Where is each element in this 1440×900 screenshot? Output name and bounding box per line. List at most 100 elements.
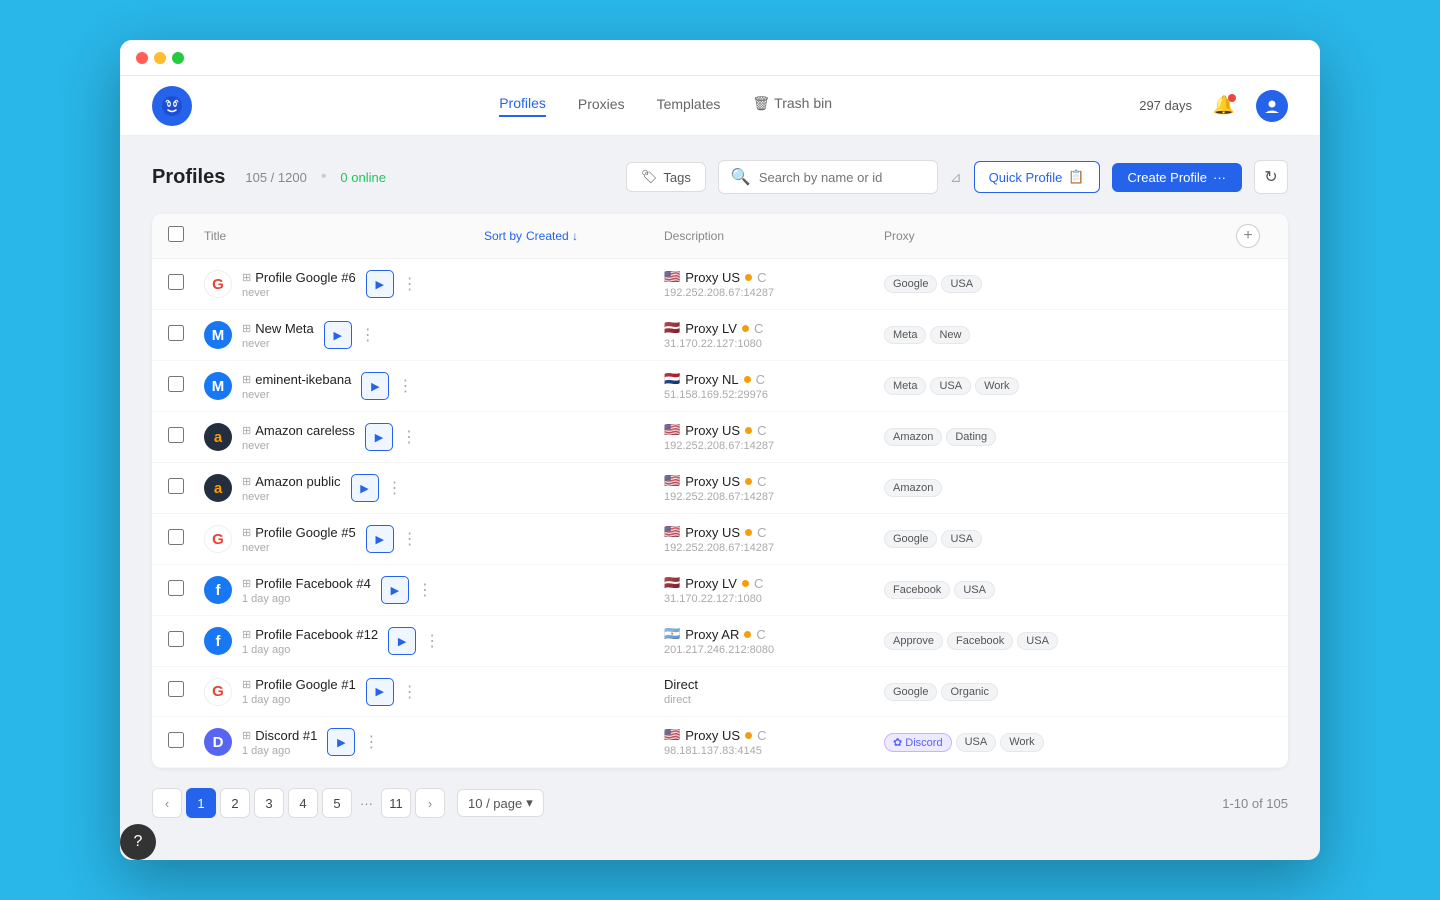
- create-profile-button[interactable]: Create Profile ···: [1112, 163, 1242, 192]
- table-row[interactable]: G ⊞ Profile Google #6 never ▶ ⋮ 🇺🇸: [152, 259, 1288, 310]
- page-2-button[interactable]: 2: [220, 788, 250, 818]
- tag[interactable]: USA: [930, 377, 971, 395]
- row-checkbox-2[interactable]: [168, 376, 184, 392]
- tag[interactable]: USA: [1017, 632, 1058, 650]
- more-options-button-8[interactable]: ⋮: [400, 682, 420, 702]
- tag[interactable]: Meta: [884, 377, 926, 395]
- tag[interactable]: Facebook: [947, 632, 1013, 650]
- table-row[interactable]: G ⊞ Profile Google #1 1 day ago ▶ ⋮ Dire…: [152, 667, 1288, 717]
- table-row[interactable]: D ⊞ Discord #1 1 day ago ▶ ⋮ 🇺🇸: [152, 717, 1288, 768]
- row-checkbox-0[interactable]: [168, 274, 184, 290]
- more-options-button-1[interactable]: ⋮: [358, 325, 378, 345]
- more-options-button-9[interactable]: ⋮: [361, 732, 381, 752]
- more-options-button-6[interactable]: ⋮: [415, 580, 435, 600]
- col-title[interactable]: Title: [204, 229, 484, 243]
- tag[interactable]: USA: [954, 581, 995, 599]
- more-options-button-7[interactable]: ⋮: [422, 631, 442, 651]
- proxy-refresh-icon[interactable]: C: [757, 525, 766, 540]
- tag[interactable]: ✿ Discord: [884, 733, 952, 752]
- page-4-button[interactable]: 4: [288, 788, 318, 818]
- prev-page-button[interactable]: ‹: [152, 788, 182, 818]
- proxy-refresh-icon[interactable]: C: [754, 321, 763, 336]
- play-button-4[interactable]: ▶: [351, 474, 379, 502]
- tag[interactable]: Meta: [884, 326, 926, 344]
- table-row[interactable]: G ⊞ Profile Google #5 never ▶ ⋮ 🇺🇸: [152, 514, 1288, 565]
- tag[interactable]: Google: [884, 683, 937, 701]
- search-input[interactable]: [759, 170, 925, 185]
- notification-button[interactable]: 🔔: [1208, 90, 1240, 122]
- table-row[interactable]: a ⊞ Amazon careless never ▶ ⋮ 🇺🇸: [152, 412, 1288, 463]
- row-checkbox-7[interactable]: [168, 631, 184, 647]
- nav-profiles[interactable]: Profiles: [499, 95, 546, 117]
- more-options-button-2[interactable]: ⋮: [395, 376, 415, 396]
- refresh-button[interactable]: ↻: [1254, 160, 1288, 194]
- row-checkbox-8[interactable]: [168, 681, 184, 697]
- tag[interactable]: Organic: [941, 683, 998, 701]
- add-tag-button[interactable]: +: [1236, 224, 1260, 248]
- play-button-8[interactable]: ▶: [366, 678, 394, 706]
- proxy-refresh-icon[interactable]: C: [754, 576, 763, 591]
- proxy-refresh-icon[interactable]: C: [757, 423, 766, 438]
- more-options-button-3[interactable]: ⋮: [399, 427, 419, 447]
- row-checkbox-6[interactable]: [168, 580, 184, 596]
- play-button-7[interactable]: ▶: [388, 627, 416, 655]
- row-checkbox-3[interactable]: [168, 427, 184, 443]
- quick-profile-button[interactable]: Quick Profile 📋: [974, 161, 1100, 193]
- table-row[interactable]: f ⊞ Profile Facebook #4 1 day ago ▶ ⋮ 🇱�: [152, 565, 1288, 616]
- row-checkbox-9[interactable]: [168, 732, 184, 748]
- play-button-2[interactable]: ▶: [361, 372, 389, 400]
- maximize-button[interactable]: [172, 52, 184, 64]
- tag[interactable]: USA: [941, 530, 982, 548]
- proxy-refresh-icon[interactable]: C: [756, 627, 765, 642]
- col-description[interactable]: Sort by Created ↓: [484, 229, 664, 243]
- row-checkbox-4[interactable]: [168, 478, 184, 494]
- play-button-9[interactable]: ▶: [327, 728, 355, 756]
- tag[interactable]: New: [930, 326, 970, 344]
- table-row[interactable]: M ⊞ eminent-ikebana never ▶ ⋮ 🇳🇱: [152, 361, 1288, 412]
- page-3-button[interactable]: 3: [254, 788, 284, 818]
- avatar[interactable]: [1256, 90, 1288, 122]
- tag[interactable]: Approve: [884, 632, 943, 650]
- tag[interactable]: Google: [884, 275, 937, 293]
- filter-icon[interactable]: ⊿: [950, 169, 962, 186]
- table-row[interactable]: M ⊞ New Meta never ▶ ⋮ 🇱🇻 Pro: [152, 310, 1288, 361]
- more-options-button-5[interactable]: ⋮: [400, 529, 420, 549]
- tag[interactable]: Dating: [946, 428, 996, 446]
- play-button-3[interactable]: ▶: [365, 423, 393, 451]
- tag[interactable]: Facebook: [884, 581, 950, 599]
- more-options-button-0[interactable]: ⋮: [400, 274, 420, 294]
- table-row[interactable]: a ⊞ Amazon public never ▶ ⋮ 🇺🇸: [152, 463, 1288, 514]
- per-page-select[interactable]: 10 / page ▾: [457, 789, 544, 817]
- tag[interactable]: Work: [975, 377, 1018, 395]
- tag[interactable]: USA: [956, 733, 997, 752]
- play-button-0[interactable]: ▶: [366, 270, 394, 298]
- play-button-6[interactable]: ▶: [381, 576, 409, 604]
- proxy-refresh-icon[interactable]: C: [757, 728, 766, 743]
- close-button[interactable]: [136, 52, 148, 64]
- play-button-1[interactable]: ▶: [324, 321, 352, 349]
- page-5-button[interactable]: 5: [322, 788, 352, 818]
- next-page-button[interactable]: ›: [415, 788, 445, 818]
- nav-trash[interactable]: 🗑Trash bin: [752, 95, 832, 116]
- page-1-button[interactable]: 1: [186, 788, 216, 818]
- row-checkbox-1[interactable]: [168, 325, 184, 341]
- select-all-checkbox[interactable]: [168, 226, 184, 242]
- tag[interactable]: Work: [1000, 733, 1043, 752]
- tags-button[interactable]: 🏷 Tags: [626, 162, 706, 192]
- proxy-refresh-icon[interactable]: C: [756, 372, 765, 387]
- help-button[interactable]: ?: [120, 824, 156, 860]
- more-options-button-4[interactable]: ⋮: [385, 478, 405, 498]
- proxy-refresh-icon[interactable]: C: [757, 474, 766, 489]
- row-checkbox-5[interactable]: [168, 529, 184, 545]
- play-button-5[interactable]: ▶: [366, 525, 394, 553]
- tag[interactable]: Amazon: [884, 428, 942, 446]
- tag[interactable]: Amazon: [884, 479, 942, 497]
- table-row[interactable]: f ⊞ Profile Facebook #12 1 day ago ▶ ⋮ 🇦: [152, 616, 1288, 667]
- tag[interactable]: USA: [941, 275, 982, 293]
- nav-templates[interactable]: Templates: [657, 96, 721, 116]
- tag[interactable]: Google: [884, 530, 937, 548]
- proxy-refresh-icon[interactable]: C: [757, 270, 766, 285]
- minimize-button[interactable]: [154, 52, 166, 64]
- page-11-button[interactable]: 11: [381, 788, 411, 818]
- nav-proxies[interactable]: Proxies: [578, 96, 625, 116]
